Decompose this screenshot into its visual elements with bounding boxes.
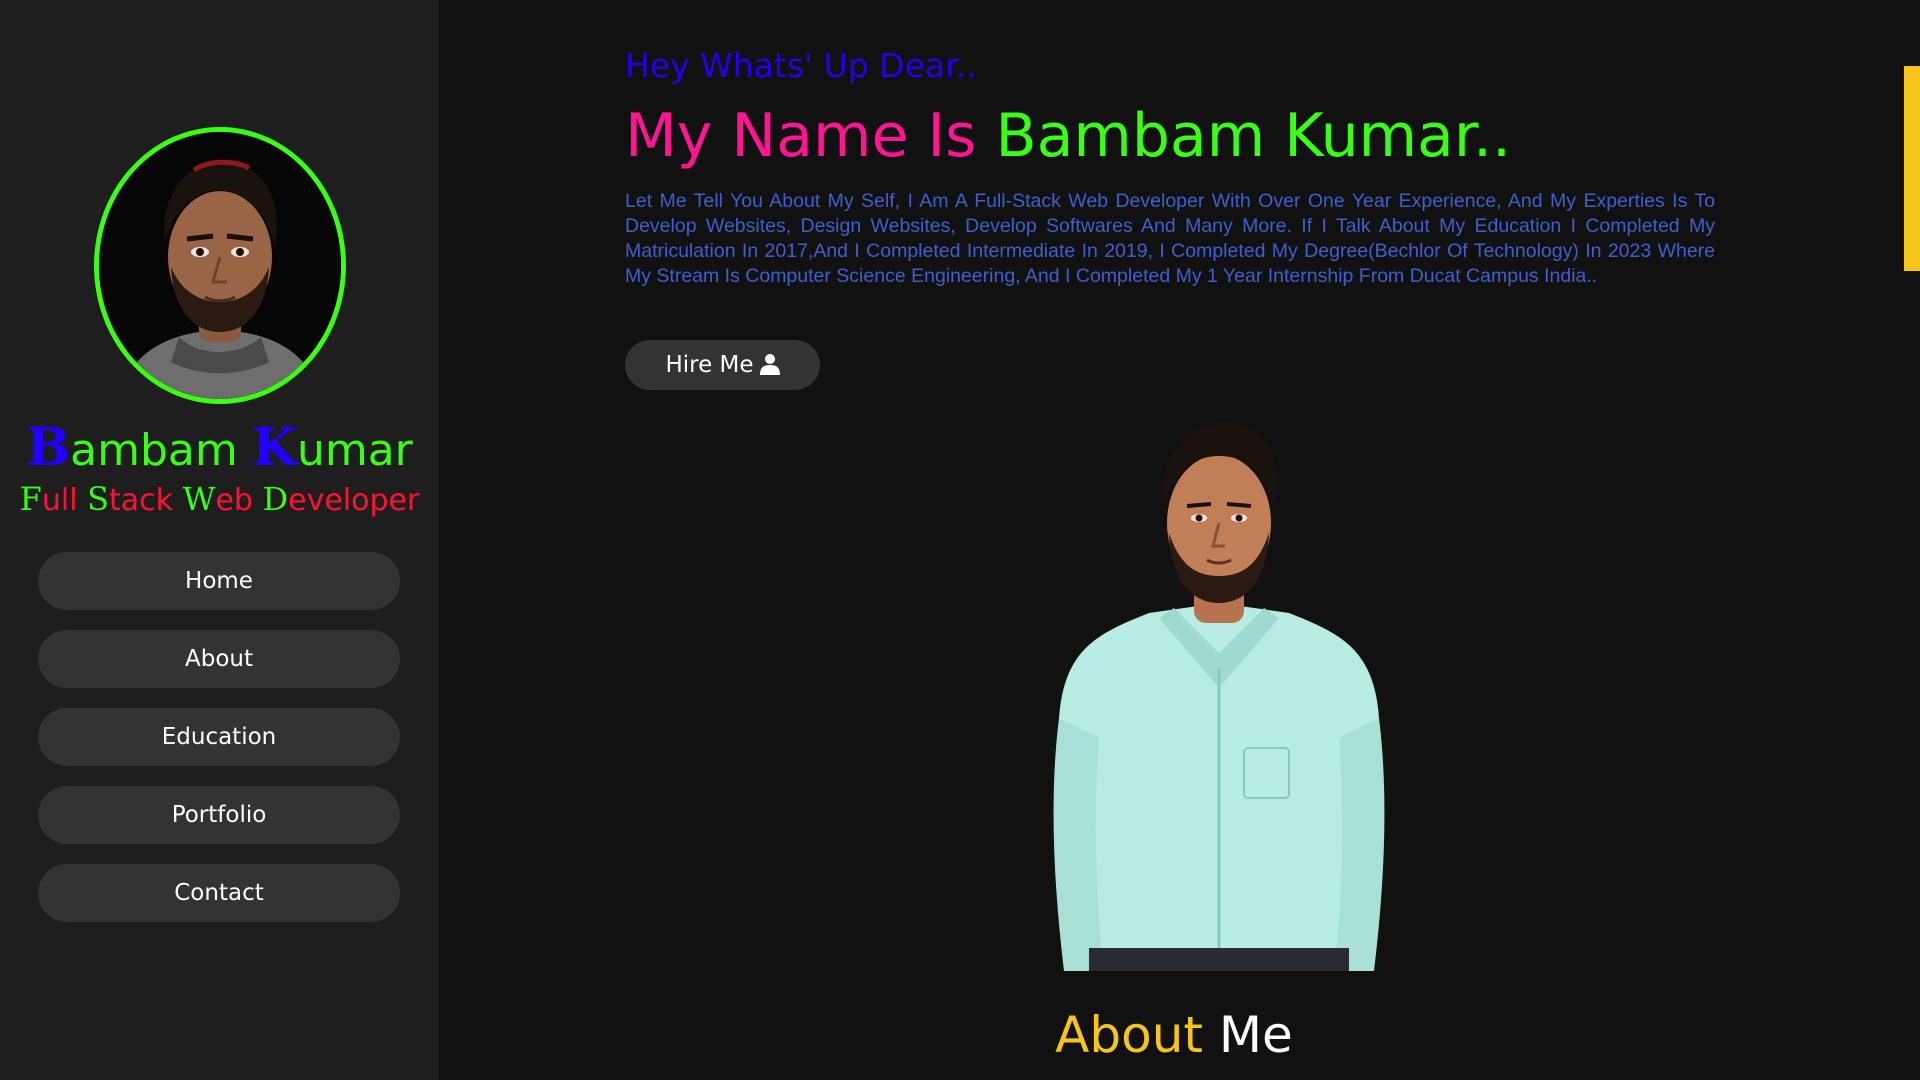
nav-home-button[interactable]: Home (38, 552, 400, 610)
nav-portfolio-button[interactable]: Portfolio (38, 786, 400, 844)
role-word-rest: ull (41, 483, 78, 518)
avatar-portrait-image (99, 132, 341, 399)
role-initial: D (262, 480, 289, 518)
headline: My Name Is Bambam Kumar.. (625, 96, 1511, 176)
user-icon (759, 343, 780, 393)
about-section-title: About Me (439, 1003, 1909, 1067)
about-title-part-b: Me (1218, 1006, 1293, 1064)
profile-avatar (94, 127, 346, 404)
main-content: Hey Whats' Up Dear.. My Name Is Bambam K… (439, 0, 1920, 1080)
portfolio-page: Bambam Kumar Full Stack Web Developer Ho… (0, 0, 1920, 1080)
headline-part-a: My Name Is (625, 101, 977, 171)
brand-name: Bambam Kumar (0, 418, 439, 481)
hero-photo (1019, 418, 1419, 971)
hire-me-button[interactable]: Hire Me (625, 340, 820, 390)
brand-first-rest: ambam (70, 425, 238, 476)
role-initial: W (182, 480, 216, 518)
hire-me-label: Hire Me (665, 352, 754, 378)
about-title-part-a: About (1055, 1006, 1203, 1064)
hero-person-image (1053, 423, 1385, 971)
role-word-rest: tack (109, 483, 174, 518)
role-initial: F (19, 480, 42, 518)
page-scrollbar[interactable] (1904, 0, 1920, 1080)
headline-part-b: Bambam Kumar.. (995, 101, 1512, 171)
brand-role: Full Stack Web Developer (0, 478, 439, 522)
nav-contact-button[interactable]: Contact (38, 864, 400, 922)
brand-first-initial: B (26, 417, 71, 478)
greeting-text: Hey Whats' Up Dear.. (625, 46, 977, 85)
role-word-rest: eveloper (288, 483, 420, 518)
scrollbar-thumb[interactable] (1904, 66, 1920, 271)
nav-education-button[interactable]: Education (38, 708, 400, 766)
nav-about-button[interactable]: About (38, 630, 400, 688)
role-initial: S (87, 480, 109, 518)
role-word-rest: eb (215, 483, 253, 518)
bio-paragraph: Let Me Tell You About My Self, I Am A Fu… (625, 190, 1715, 287)
sidebar: Bambam Kumar Full Stack Web Developer Ho… (0, 0, 439, 1080)
brand-last-initial: K (251, 417, 297, 478)
sidebar-nav: Home About Education Portfolio Contact (38, 552, 400, 942)
brand-last-rest: umar (296, 425, 413, 476)
